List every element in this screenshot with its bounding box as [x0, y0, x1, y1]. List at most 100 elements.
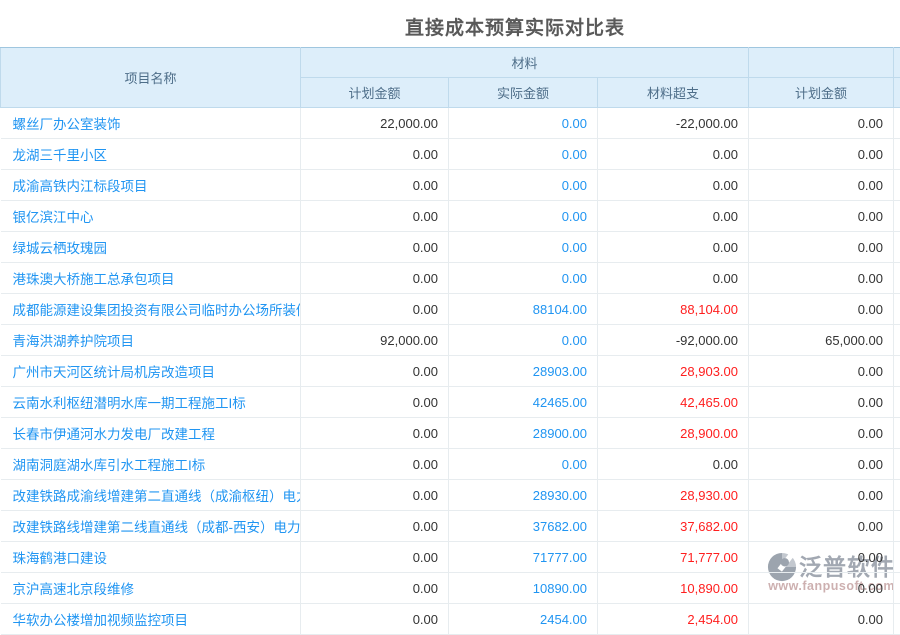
- planned-amount-cell: 0.00: [301, 263, 449, 294]
- project-name-cell: 青海洪湖养护院项目: [1, 325, 301, 356]
- actual-amount-cell[interactable]: 0.00: [449, 449, 598, 480]
- project-name-link[interactable]: 银亿滨江中心: [13, 210, 94, 225]
- planned-amount-2-cell: 0.00: [749, 542, 894, 573]
- actual-amount-cell[interactable]: 28930.00: [449, 480, 598, 511]
- project-name-link[interactable]: 长春市伊通河水力发电厂改建工程: [13, 427, 216, 442]
- overrun-amount-cell: 0.00: [598, 139, 749, 170]
- planned-amount-2-cell: 0.00: [749, 387, 894, 418]
- header-group-empty: [749, 48, 894, 78]
- project-name-link[interactable]: 成渝高铁内江标段项目: [13, 179, 148, 194]
- actual-amount-cell[interactable]: 0.00: [449, 108, 598, 139]
- planned-amount-2-cell: 0.00: [749, 170, 894, 201]
- planned-amount-2-cell: 0.00: [749, 449, 894, 480]
- planned-amount-cell: 0.00: [301, 573, 449, 604]
- project-name-link[interactable]: 华软办公楼增加视频监控项目: [13, 613, 189, 628]
- overrun-amount-cell: 28,930.00: [598, 480, 749, 511]
- header-actual-amount: 实际金额: [449, 78, 598, 108]
- comparison-table-wrap: 项目名称 材料 计划金额 实际金额 材料超支 计划金额 螺丝厂办公室装饰22,0…: [0, 47, 900, 635]
- spacer-cell: [894, 139, 900, 170]
- spacer-cell: [894, 201, 900, 232]
- project-name-cell: 华软办公楼增加视频监控项目: [1, 604, 301, 635]
- project-name-cell: 广州市天河区统计局机房改造项目: [1, 356, 301, 387]
- planned-amount-2-cell: 0.00: [749, 418, 894, 449]
- project-name-cell: 螺丝厂办公室装饰: [1, 108, 301, 139]
- actual-amount-cell[interactable]: 37682.00: [449, 511, 598, 542]
- project-name-link[interactable]: 龙湖三千里小区: [13, 148, 108, 163]
- actual-amount-cell[interactable]: 2454.00: [449, 604, 598, 635]
- table-row: 成渝高铁内江标段项目0.000.000.000.00: [1, 170, 900, 201]
- table-row: 改建铁路线增建第二线直通线（成都-西安）电力线路0.0037682.0037,6…: [1, 511, 900, 542]
- actual-amount-cell[interactable]: 0.00: [449, 201, 598, 232]
- header-group-sliver: [894, 48, 900, 78]
- header-project-name: 项目名称: [1, 48, 301, 108]
- project-name-cell: 湖南洞庭湖水库引水工程施工I标: [1, 449, 301, 480]
- spacer-cell: [894, 573, 900, 604]
- project-name-cell: 港珠澳大桥施工总承包项目: [1, 263, 301, 294]
- actual-amount-cell[interactable]: 0.00: [449, 263, 598, 294]
- planned-amount-cell: 0.00: [301, 232, 449, 263]
- project-name-cell: 京沪高速北京段维修: [1, 573, 301, 604]
- table-row: 湖南洞庭湖水库引水工程施工I标0.000.000.000.00: [1, 449, 900, 480]
- project-name-link[interactable]: 成都能源建设集团投资有限公司临时办公场所装修改: [13, 303, 301, 318]
- planned-amount-2-cell: 0.00: [749, 356, 894, 387]
- planned-amount-cell: 22,000.00: [301, 108, 449, 139]
- overrun-amount-cell: 71,777.00: [598, 542, 749, 573]
- actual-amount-cell[interactable]: 42465.00: [449, 387, 598, 418]
- actual-amount-cell[interactable]: 71777.00: [449, 542, 598, 573]
- project-name-link[interactable]: 云南水利枢纽潜明水库一期工程施工I标: [13, 396, 246, 411]
- header-material-overrun: 材料超支: [598, 78, 749, 108]
- table-row: 珠海鹤港口建设0.0071777.0071,777.000.00: [1, 542, 900, 573]
- table-row: 绿城云栖玫瑰园0.000.000.000.00: [1, 232, 900, 263]
- spacer-cell: [894, 542, 900, 573]
- project-name-link[interactable]: 绿城云栖玫瑰园: [13, 241, 108, 256]
- project-name-cell: 绿城云栖玫瑰园: [1, 232, 301, 263]
- actual-amount-cell[interactable]: 0.00: [449, 139, 598, 170]
- page-title: 直接成本预算实际对比表: [65, 0, 900, 47]
- project-name-link[interactable]: 改建铁路成渝线增建第二直通线（成渝枢纽）电力线: [13, 489, 301, 504]
- project-name-cell: 龙湖三千里小区: [1, 139, 301, 170]
- overrun-amount-cell: 0.00: [598, 232, 749, 263]
- project-name-link[interactable]: 珠海鹤港口建设: [13, 551, 108, 566]
- project-name-cell: 云南水利枢纽潜明水库一期工程施工I标: [1, 387, 301, 418]
- overrun-amount-cell: 0.00: [598, 449, 749, 480]
- project-name-link[interactable]: 改建铁路线增建第二线直通线（成都-西安）电力线路: [13, 520, 301, 535]
- actual-amount-cell[interactable]: 0.00: [449, 232, 598, 263]
- spacer-cell: [894, 108, 900, 139]
- spacer-cell: [894, 418, 900, 449]
- planned-amount-2-cell: 0.00: [749, 108, 894, 139]
- actual-amount-cell[interactable]: 28900.00: [449, 418, 598, 449]
- table-row: 成都能源建设集团投资有限公司临时办公场所装修改0.0088104.0088,10…: [1, 294, 900, 325]
- project-name-cell: 长春市伊通河水力发电厂改建工程: [1, 418, 301, 449]
- actual-amount-cell[interactable]: 10890.00: [449, 573, 598, 604]
- project-name-link[interactable]: 广州市天河区统计局机房改造项目: [13, 365, 216, 380]
- spacer-cell: [894, 387, 900, 418]
- actual-amount-cell[interactable]: 88104.00: [449, 294, 598, 325]
- project-name-link[interactable]: 京沪高速北京段维修: [13, 582, 135, 597]
- project-name-link[interactable]: 螺丝厂办公室装饰: [13, 117, 121, 132]
- overrun-amount-cell: 0.00: [598, 263, 749, 294]
- project-name-cell: 改建铁路线增建第二线直通线（成都-西安）电力线路: [1, 511, 301, 542]
- table-row: 银亿滨江中心0.000.000.000.00: [1, 201, 900, 232]
- header-sliver: [894, 78, 900, 108]
- table-row: 龙湖三千里小区0.000.000.000.00: [1, 139, 900, 170]
- actual-amount-cell[interactable]: 28903.00: [449, 356, 598, 387]
- actual-amount-cell[interactable]: 0.00: [449, 170, 598, 201]
- planned-amount-cell: 0.00: [301, 356, 449, 387]
- table-row: 改建铁路成渝线增建第二直通线（成渝枢纽）电力线0.0028930.0028,93…: [1, 480, 900, 511]
- actual-amount-cell[interactable]: 0.00: [449, 325, 598, 356]
- spacer-cell: [894, 294, 900, 325]
- table-body: 螺丝厂办公室装饰22,000.000.00-22,000.000.00龙湖三千里…: [1, 108, 900, 635]
- spacer-cell: [894, 449, 900, 480]
- project-name-link[interactable]: 港珠澳大桥施工总承包项目: [13, 272, 175, 287]
- project-name-link[interactable]: 青海洪湖养护院项目: [13, 334, 135, 349]
- overrun-amount-cell: -22,000.00: [598, 108, 749, 139]
- project-name-link[interactable]: 湖南洞庭湖水库引水工程施工I标: [13, 458, 206, 473]
- overrun-amount-cell: 0.00: [598, 170, 749, 201]
- spacer-cell: [894, 263, 900, 294]
- table-row: 青海洪湖养护院项目92,000.000.00-92,000.0065,000.0…: [1, 325, 900, 356]
- overrun-amount-cell: 37,682.00: [598, 511, 749, 542]
- overrun-amount-cell: 88,104.00: [598, 294, 749, 325]
- overrun-amount-cell: 28,903.00: [598, 356, 749, 387]
- overrun-amount-cell: -92,000.00: [598, 325, 749, 356]
- overrun-amount-cell: 10,890.00: [598, 573, 749, 604]
